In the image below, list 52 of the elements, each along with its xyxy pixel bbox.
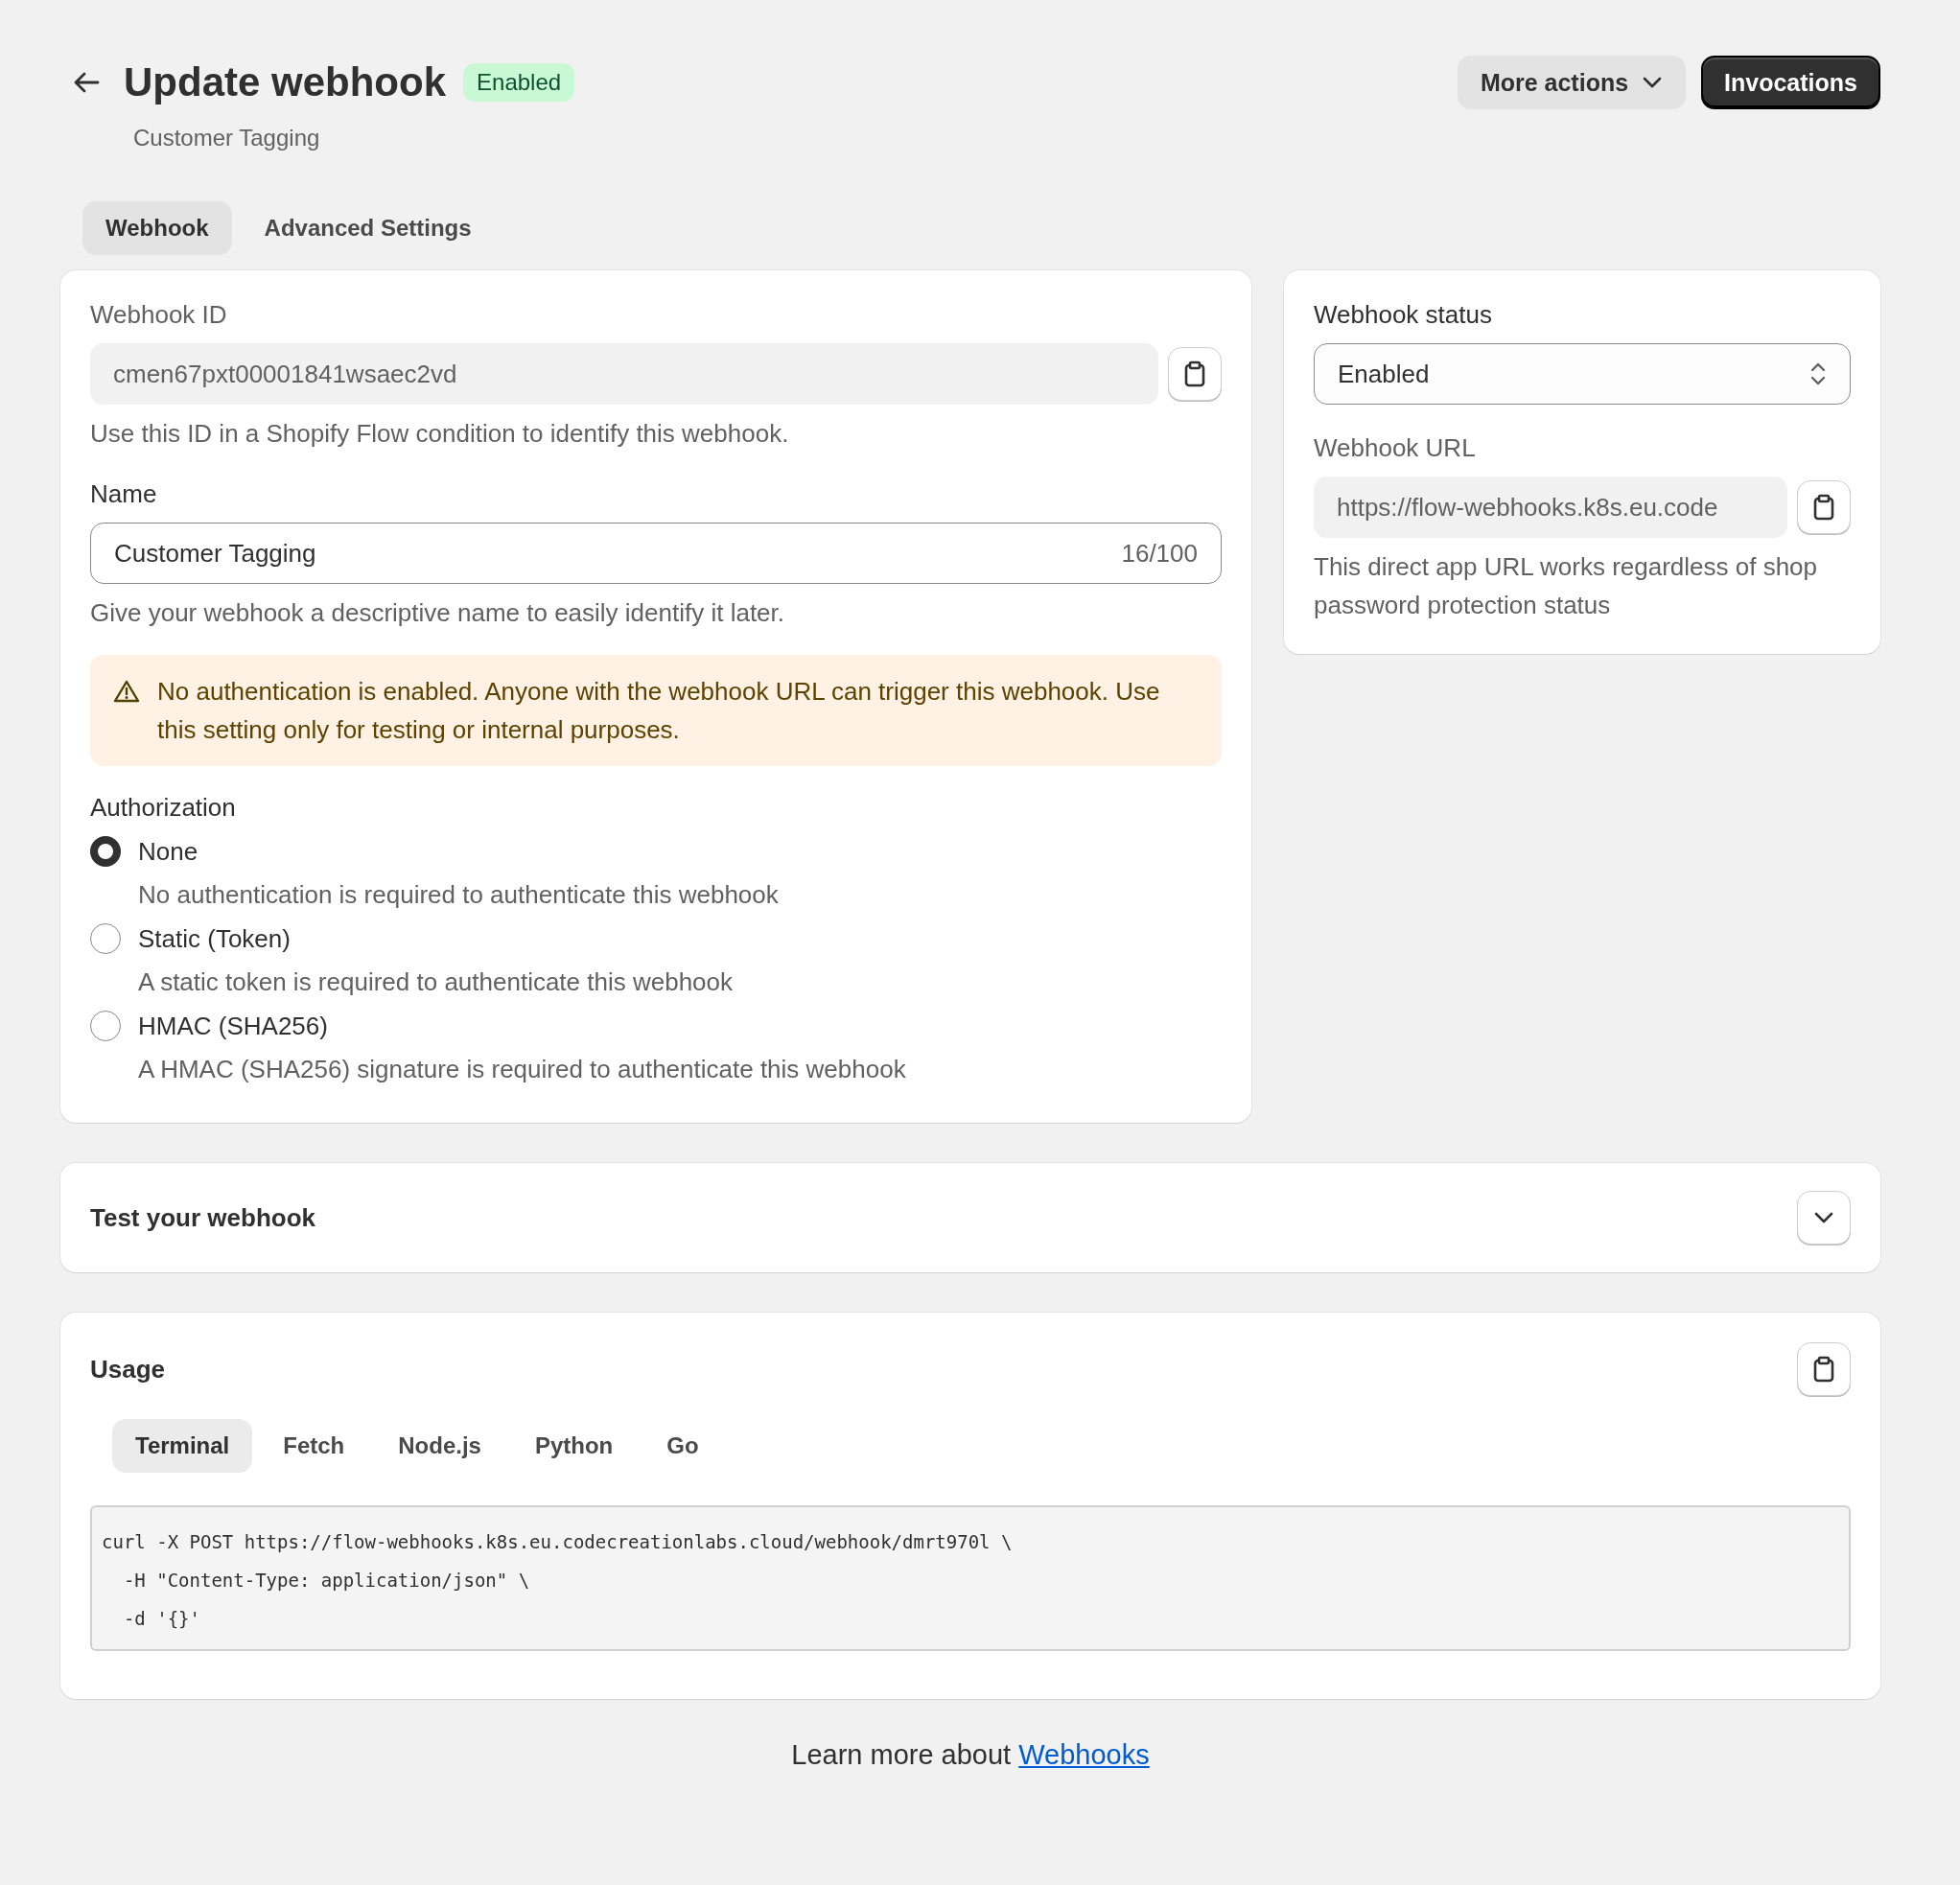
footer-text: Learn more about xyxy=(791,1739,1012,1770)
webhooks-link[interactable]: Webhooks xyxy=(1018,1739,1150,1770)
field-label: Authorization xyxy=(90,793,237,823)
copy-button[interactable] xyxy=(1797,480,1851,534)
character-count: 16/100 xyxy=(1121,538,1198,569)
page-subtitle: Customer Tagging xyxy=(133,125,320,151)
field-label: Webhook URL xyxy=(1314,433,1477,463)
language-tab[interactable]: Terminal xyxy=(112,1419,253,1473)
section-title: Usage xyxy=(90,1354,166,1385)
option-description: A static token is required to authenticate this webhook xyxy=(138,967,735,997)
back-arrow-icon[interactable] xyxy=(72,71,101,94)
status-badge: Enabled xyxy=(463,63,575,102)
code-line: curl -X POST https://flow-webhooks.k8s.eu.codecreationlabs.cloud/webhook/dmrt970l \ xyxy=(102,1530,1014,1554)
copy-button[interactable] xyxy=(1797,1342,1851,1396)
field-label: Webhook status xyxy=(1314,300,1493,330)
copy-button[interactable] xyxy=(1168,347,1222,401)
code-line: -d '{}' xyxy=(122,1607,201,1631)
language-tab[interactable]: Node.js xyxy=(375,1419,504,1473)
page-title: Update webhook xyxy=(124,59,447,105)
help-text: This direct app URL works regardless of shop password protection status xyxy=(1314,551,1819,621)
tab[interactable]: Webhook xyxy=(82,201,232,255)
field-label: Webhook ID xyxy=(90,300,228,330)
warning-icon xyxy=(113,679,140,704)
webhook-url-field[interactable]: https://flow-webhooks.k8s.eu.code xyxy=(1314,477,1787,538)
chevron-down-icon xyxy=(1642,76,1664,89)
language-tab[interactable]: Fetch xyxy=(260,1419,368,1473)
option-description: A HMAC (SHA256) signature is required to authenticate this webhook xyxy=(138,1055,907,1084)
name-input-field[interactable]: Customer Tagging 16/100 xyxy=(90,523,1222,584)
more-actions-button[interactable]: More actions xyxy=(1457,56,1687,109)
language-tab[interactable]: Go xyxy=(643,1419,722,1473)
clipboard-icon xyxy=(1812,494,1835,521)
radio-button[interactable] xyxy=(90,923,121,954)
select-arrows-icon xyxy=(1809,361,1827,387)
radio-label: Static (Token) xyxy=(138,923,291,954)
tab[interactable]: Advanced Settings xyxy=(241,201,495,255)
clipboard-icon xyxy=(1183,361,1206,387)
section-title: Test your webhook xyxy=(90,1202,315,1233)
webhook-id-field[interactable]: cmen67pxt00001841wsaec2vd xyxy=(90,343,1158,405)
radio-button[interactable] xyxy=(90,1011,121,1041)
field-label: Name xyxy=(90,479,158,509)
warning-text: No authentication is enabled. Anyone with the webhook URL can trigger this webhook. Use this setting only for testing or internal purposes. xyxy=(157,676,1161,746)
help-text: Give your webhook a descriptive name to easily identify it later. xyxy=(90,597,786,629)
radio-label: HMAC (SHA256) xyxy=(138,1011,328,1041)
option-description: No authentication is required to authenticate this webhook xyxy=(138,880,780,910)
radio-label: None xyxy=(138,836,198,867)
language-tab[interactable]: Python xyxy=(511,1419,637,1473)
clipboard-icon xyxy=(1812,1356,1835,1383)
invocations-button[interactable]: Invocations xyxy=(1701,56,1880,109)
radio-button[interactable] xyxy=(90,836,121,867)
status-select[interactable]: Enabled xyxy=(1314,343,1851,405)
code-line: -H "Content-Type: application/json" \ xyxy=(122,1569,531,1593)
help-text: Use this ID in a Shopify Flow condition to identify this webhook. xyxy=(90,418,790,450)
